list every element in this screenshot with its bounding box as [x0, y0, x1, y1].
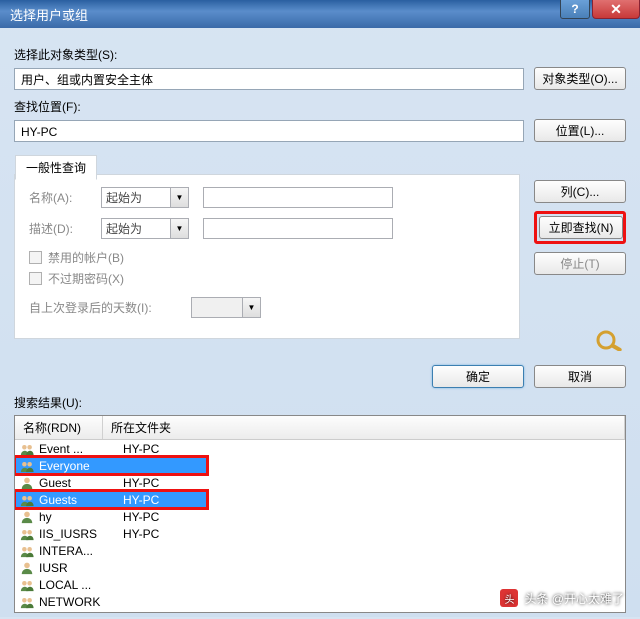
tab-common-query[interactable]: 一般性查询 — [15, 155, 97, 180]
name-op-combo[interactable]: ▼ — [101, 187, 191, 208]
cell-name: NETWORK — [39, 595, 119, 609]
group-icon — [19, 459, 35, 473]
group-icon — [19, 578, 35, 592]
name-label: 名称(A): — [29, 189, 89, 206]
object-types-button[interactable]: 对象类型(O)... — [534, 67, 626, 90]
find-now-button[interactable]: 立即查找(N) — [539, 216, 623, 239]
group-icon — [19, 544, 35, 558]
user-icon — [19, 510, 35, 524]
columns-button[interactable]: 列(C)... — [534, 180, 626, 203]
cell-folder: HY-PC — [123, 476, 159, 490]
find-now-highlight: 立即查找(N) — [534, 211, 626, 244]
desc-label: 描述(D): — [29, 220, 89, 237]
col-folder[interactable]: 所在文件夹 — [103, 416, 625, 439]
results-label: 搜索结果(U): — [14, 394, 626, 411]
object-type-field: 用户、组或内置安全主体 — [14, 68, 524, 90]
window-title: 选择用户或组 — [10, 5, 560, 24]
results-table: 名称(RDN) 所在文件夹 Event ...HY-PCEveryoneGues… — [14, 415, 626, 613]
window-buttons: ? ✕ — [560, 3, 640, 25]
chevron-down-icon[interactable]: ▼ — [171, 218, 189, 239]
table-row[interactable]: IIS_IUSRS HY-PC — [15, 525, 625, 542]
ok-button[interactable]: 确定 — [432, 365, 524, 388]
object-type-label: 选择此对象类型(S): — [14, 46, 626, 63]
table-row[interactable]: Event ... HY-PC — [15, 440, 625, 457]
cell-name: LOCAL ... — [39, 578, 119, 592]
group-icon — [19, 442, 35, 456]
search-icon — [594, 329, 626, 351]
locations-button[interactable]: 位置(L)... — [534, 119, 626, 142]
noexpire-password-label: 不过期密码(X) — [48, 270, 124, 287]
disabled-accounts-label: 禁用的帐户(B) — [48, 249, 124, 266]
cell-name: INTERA... — [39, 544, 119, 558]
watermark-logo-icon: 头 — [500, 589, 518, 607]
user-icon — [19, 476, 35, 490]
cell-name: Guests — [39, 493, 119, 507]
table-row[interactable]: Everyone — [15, 457, 207, 474]
cell-name: Event ... — [39, 442, 119, 456]
disabled-accounts-checkbox[interactable] — [29, 251, 42, 264]
cell-folder: HY-PC — [123, 527, 159, 541]
noexpire-password-checkbox[interactable] — [29, 272, 42, 285]
desc-input[interactable] — [203, 218, 393, 239]
group-icon — [19, 493, 35, 507]
table-row[interactable]: hy HY-PC — [15, 508, 625, 525]
desc-op-combo[interactable]: ▼ — [101, 218, 191, 239]
cell-name: Guest — [39, 476, 119, 490]
cell-name: IUSR — [39, 561, 119, 575]
days-combo[interactable]: ▼ — [191, 297, 261, 318]
name-op-value[interactable] — [101, 187, 171, 208]
cell-name: Everyone — [39, 459, 119, 473]
table-row[interactable]: IUSR — [15, 559, 625, 576]
table-body: Event ... HY-PC Everyone Guest HY-PC Guests HY… — [15, 440, 625, 610]
cell-folder: HY-PC — [123, 493, 159, 507]
chevron-down-icon[interactable]: ▼ — [243, 297, 261, 318]
table-row[interactable]: Guest HY-PC — [15, 474, 625, 491]
table-header: 名称(RDN) 所在文件夹 — [15, 416, 625, 440]
group-icon — [19, 527, 35, 541]
col-name[interactable]: 名称(RDN) — [15, 416, 103, 439]
chevron-down-icon[interactable]: ▼ — [171, 187, 189, 208]
location-label: 查找位置(F): — [14, 98, 626, 115]
close-button[interactable]: ✕ — [592, 0, 640, 19]
days-since-logon-label: 自上次登录后的天数(I): — [29, 299, 179, 316]
user-icon — [19, 561, 35, 575]
name-input[interactable] — [203, 187, 393, 208]
cancel-button[interactable]: 取消 — [534, 365, 626, 388]
common-query-group: 一般性查询 名称(A): ▼ 描述(D): ▼ — [14, 174, 520, 339]
location-field: HY-PC — [14, 120, 524, 142]
table-row[interactable]: INTERA... — [15, 542, 625, 559]
table-row[interactable]: Guests HY-PC — [15, 491, 207, 508]
titlebar: 选择用户或组 ? ✕ — [0, 0, 640, 28]
days-value[interactable] — [191, 297, 243, 318]
cell-name: hy — [39, 510, 119, 524]
dialog-content: 选择此对象类型(S): 用户、组或内置安全主体 对象类型(O)... 查找位置(… — [0, 28, 640, 619]
cell-folder: HY-PC — [123, 442, 159, 456]
watermark: 头 头条 @开心太难了 — [500, 589, 624, 607]
cell-folder: HY-PC — [123, 510, 159, 524]
group-icon — [19, 595, 35, 609]
watermark-text: 头条 @开心太难了 — [524, 590, 624, 607]
cell-name: IIS_IUSRS — [39, 527, 119, 541]
help-button[interactable]: ? — [560, 0, 590, 19]
desc-op-value[interactable] — [101, 218, 171, 239]
stop-button: 停止(T) — [534, 252, 626, 275]
